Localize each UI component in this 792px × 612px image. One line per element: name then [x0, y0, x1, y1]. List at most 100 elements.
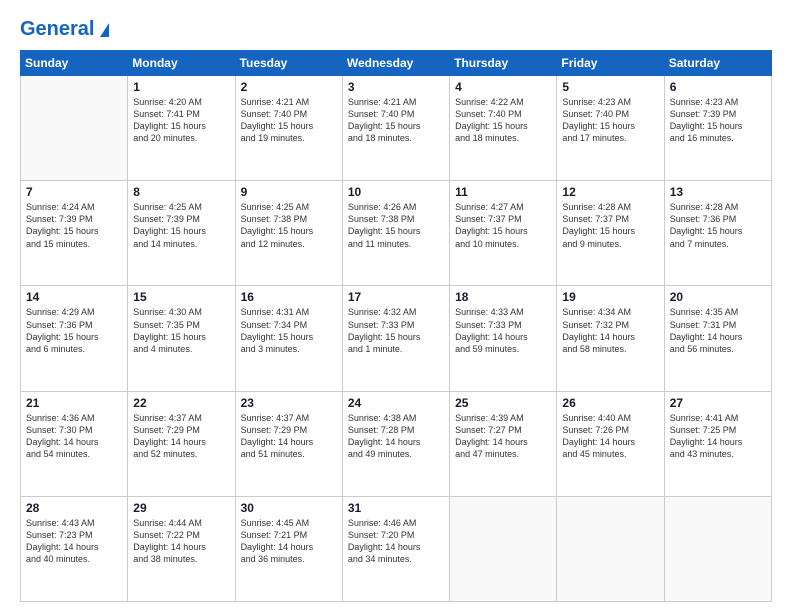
calendar-cell: 25Sunrise: 4:39 AMSunset: 7:27 PMDayligh… — [450, 391, 557, 496]
day-number: 15 — [133, 290, 229, 304]
weekday-header: Saturday — [664, 51, 771, 76]
day-info: Sunrise: 4:20 AMSunset: 7:41 PMDaylight:… — [133, 96, 229, 145]
day-number: 1 — [133, 80, 229, 94]
weekday-header: Sunday — [21, 51, 128, 76]
day-number: 11 — [455, 185, 551, 199]
day-number: 3 — [348, 80, 444, 94]
calendar-cell: 26 Sunrise: 4:40 AMSunset: 7:26 PMDayligh… — [557, 391, 664, 496]
calendar-week-row: 21 Sunrise: 4:36 AMSunset: 7:30 PMDayligh… — [21, 391, 772, 496]
calendar-cell: 3Sunrise: 4:21 AMSunset: 7:40 PMDaylight… — [342, 76, 449, 181]
calendar-cell: 10 Sunrise: 4:26 AMSunset: 7:38 PMDayligh… — [342, 181, 449, 286]
day-number: 9 — [241, 185, 337, 199]
day-number: 29 — [133, 501, 229, 515]
day-info: Sunrise: 4:21 AMSunset: 7:40 PMDaylight:… — [241, 96, 337, 145]
day-info: Sunrise: 4:30 AMSunset: 7:35 PMDaylight:… — [133, 306, 229, 355]
calendar-cell — [664, 496, 771, 601]
day-number: 4 — [455, 80, 551, 94]
day-number: 18 — [455, 290, 551, 304]
day-info: Sunrise: 4:43 AMSunset: 7:23 PMDaylight:… — [26, 517, 122, 566]
calendar-cell: 11Sunrise: 4:27 AMSunset: 7:37 PMDayligh… — [450, 181, 557, 286]
page: General SundayMondayTuesdayWednesdayThur… — [0, 0, 792, 612]
day-number: 20 — [670, 290, 766, 304]
logo-general-text: General — [20, 18, 109, 40]
header: General — [20, 18, 772, 40]
day-number: 7 — [26, 185, 122, 199]
day-number: 14 — [26, 290, 122, 304]
calendar-cell: 29 Sunrise: 4:44 AMSunset: 7:22 PMDayligh… — [128, 496, 235, 601]
day-info: Sunrise: 4:28 AMSunset: 7:37 PMDaylight:… — [562, 201, 658, 250]
calendar-cell: 22 Sunrise: 4:37 AMSunset: 7:29 PMDayligh… — [128, 391, 235, 496]
day-info: Sunrise: 4:37 AMSunset: 7:29 PMDaylight:… — [133, 412, 229, 461]
weekday-header: Wednesday — [342, 51, 449, 76]
day-info: Sunrise: 4:40 AMSunset: 7:26 PMDaylight:… — [562, 412, 658, 461]
calendar-cell: 28Sunrise: 4:43 AMSunset: 7:23 PMDayligh… — [21, 496, 128, 601]
calendar-week-row: 1 Sunrise: 4:20 AMSunset: 7:41 PMDaylight… — [21, 76, 772, 181]
day-number: 22 — [133, 396, 229, 410]
day-number: 10 — [348, 185, 444, 199]
calendar-cell: 1 Sunrise: 4:20 AMSunset: 7:41 PMDaylight… — [128, 76, 235, 181]
logo: General — [20, 18, 109, 40]
weekday-header: Friday — [557, 51, 664, 76]
calendar-cell: 12 Sunrise: 4:28 AMSunset: 7:37 PMDayligh… — [557, 181, 664, 286]
weekday-header: Tuesday — [235, 51, 342, 76]
day-info: Sunrise: 4:24 AMSunset: 7:39 PMDaylight:… — [26, 201, 122, 250]
day-info: Sunrise: 4:26 AMSunset: 7:38 PMDaylight:… — [348, 201, 444, 250]
weekday-header: Thursday — [450, 51, 557, 76]
day-number: 6 — [670, 80, 766, 94]
day-info: Sunrise: 4:25 AMSunset: 7:38 PMDaylight:… — [241, 201, 337, 250]
calendar-cell: 16 Sunrise: 4:31 AMSunset: 7:34 PMDayligh… — [235, 286, 342, 391]
day-number: 24 — [348, 396, 444, 410]
day-number: 21 — [26, 396, 122, 410]
calendar-week-row: 7 Sunrise: 4:24 AMSunset: 7:39 PMDaylight… — [21, 181, 772, 286]
calendar-cell: 18Sunrise: 4:33 AMSunset: 7:33 PMDayligh… — [450, 286, 557, 391]
day-number: 23 — [241, 396, 337, 410]
day-number: 30 — [241, 501, 337, 515]
calendar-week-row: 28Sunrise: 4:43 AMSunset: 7:23 PMDayligh… — [21, 496, 772, 601]
weekday-header: Monday — [128, 51, 235, 76]
calendar-cell: 9 Sunrise: 4:25 AMSunset: 7:38 PMDaylight… — [235, 181, 342, 286]
day-info: Sunrise: 4:41 AMSunset: 7:25 PMDaylight:… — [670, 412, 766, 461]
logo-general-line: General — [20, 18, 109, 40]
calendar-cell: 8 Sunrise: 4:25 AMSunset: 7:39 PMDaylight… — [128, 181, 235, 286]
calendar-cell — [557, 496, 664, 601]
day-number: 13 — [670, 185, 766, 199]
day-number: 2 — [241, 80, 337, 94]
day-info: Sunrise: 4:38 AMSunset: 7:28 PMDaylight:… — [348, 412, 444, 461]
calendar-cell — [450, 496, 557, 601]
calendar-cell: 2 Sunrise: 4:21 AMSunset: 7:40 PMDaylight… — [235, 76, 342, 181]
day-number: 12 — [562, 185, 658, 199]
logo-general-blue: General — [20, 18, 94, 40]
day-info: Sunrise: 4:37 AMSunset: 7:29 PMDaylight:… — [241, 412, 337, 461]
day-number: 17 — [348, 290, 444, 304]
logo-triangle-icon — [100, 23, 109, 37]
day-info: Sunrise: 4:22 AMSunset: 7:40 PMDaylight:… — [455, 96, 551, 145]
calendar-cell: 5 Sunrise: 4:23 AMSunset: 7:40 PMDaylight… — [557, 76, 664, 181]
day-info: Sunrise: 4:28 AMSunset: 7:36 PMDaylight:… — [670, 201, 766, 250]
day-info: Sunrise: 4:29 AMSunset: 7:36 PMDaylight:… — [26, 306, 122, 355]
day-number: 31 — [348, 501, 444, 515]
calendar-cell: 19Sunrise: 4:34 AMSunset: 7:32 PMDayligh… — [557, 286, 664, 391]
calendar-cell: 30 Sunrise: 4:45 AMSunset: 7:21 PMDayligh… — [235, 496, 342, 601]
day-number: 26 — [562, 396, 658, 410]
day-number: 8 — [133, 185, 229, 199]
day-number: 27 — [670, 396, 766, 410]
day-number: 16 — [241, 290, 337, 304]
day-info: Sunrise: 4:23 AMSunset: 7:40 PMDaylight:… — [562, 96, 658, 145]
calendar-cell: 17 Sunrise: 4:32 AMSunset: 7:33 PMDayligh… — [342, 286, 449, 391]
calendar-cell — [21, 76, 128, 181]
day-info: Sunrise: 4:45 AMSunset: 7:21 PMDaylight:… — [241, 517, 337, 566]
day-info: Sunrise: 4:23 AMSunset: 7:39 PMDaylight:… — [670, 96, 766, 145]
calendar-cell: 23 Sunrise: 4:37 AMSunset: 7:29 PMDayligh… — [235, 391, 342, 496]
day-info: Sunrise: 4:32 AMSunset: 7:33 PMDaylight:… — [348, 306, 444, 355]
day-number: 25 — [455, 396, 551, 410]
day-info: Sunrise: 4:36 AMSunset: 7:30 PMDaylight:… — [26, 412, 122, 461]
day-info: Sunrise: 4:44 AMSunset: 7:22 PMDaylight:… — [133, 517, 229, 566]
day-info: Sunrise: 4:25 AMSunset: 7:39 PMDaylight:… — [133, 201, 229, 250]
calendar-table: SundayMondayTuesdayWednesdayThursdayFrid… — [20, 50, 772, 602]
calendar-cell: 13 Sunrise: 4:28 AMSunset: 7:36 PMDayligh… — [664, 181, 771, 286]
day-number: 5 — [562, 80, 658, 94]
calendar-cell: 31Sunrise: 4:46 AMSunset: 7:20 PMDayligh… — [342, 496, 449, 601]
calendar-cell: 21 Sunrise: 4:36 AMSunset: 7:30 PMDayligh… — [21, 391, 128, 496]
calendar-week-row: 14 Sunrise: 4:29 AMSunset: 7:36 PMDayligh… — [21, 286, 772, 391]
day-info: Sunrise: 4:31 AMSunset: 7:34 PMDaylight:… — [241, 306, 337, 355]
